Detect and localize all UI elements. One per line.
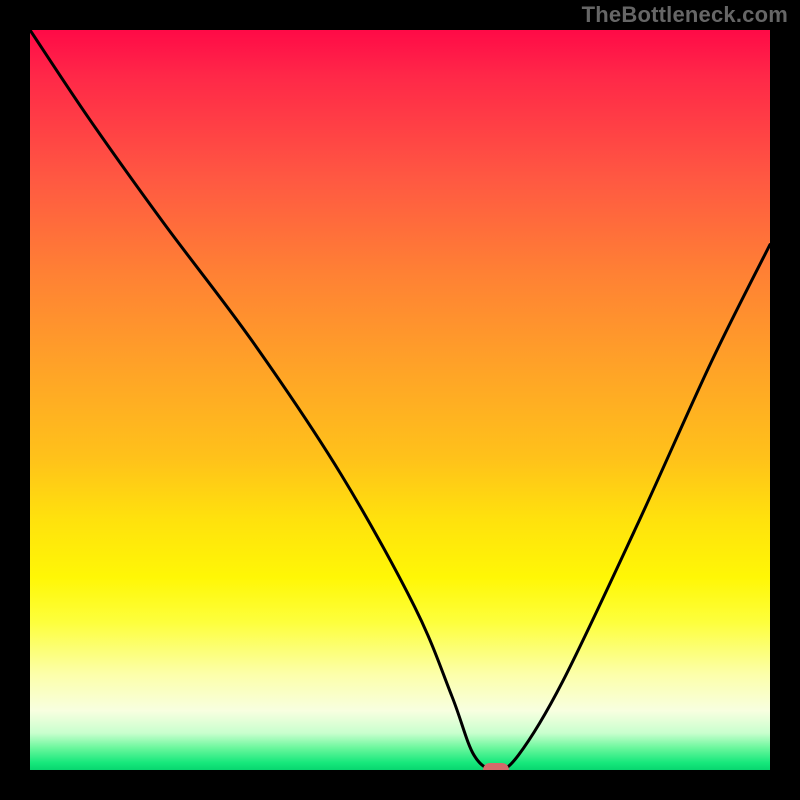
plot-area: [30, 30, 770, 770]
optimal-marker: [483, 763, 509, 770]
chart-frame: TheBottleneck.com: [0, 0, 800, 800]
bottleneck-curve: [30, 30, 770, 770]
watermark-text: TheBottleneck.com: [582, 2, 788, 28]
